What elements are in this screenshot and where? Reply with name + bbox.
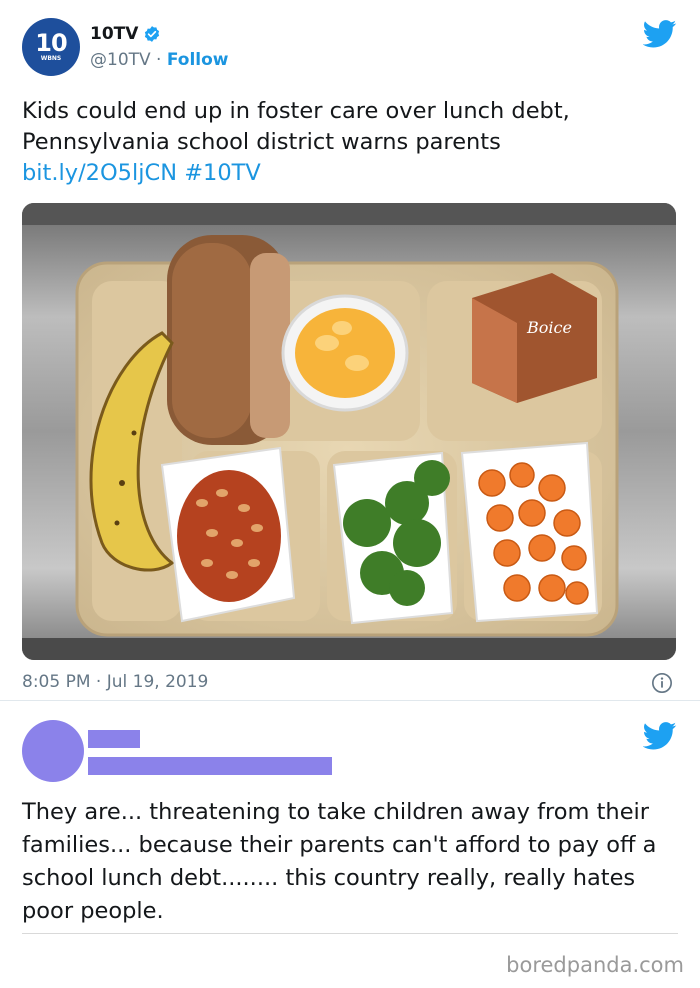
avatar-logo-text: 10	[35, 29, 67, 57]
redacted-handle	[88, 757, 332, 775]
lunch-tray-image: Boice	[22, 203, 676, 660]
milk-brand-label: Boice	[526, 318, 572, 337]
twitter-bird-icon[interactable]	[643, 20, 677, 48]
author-handle[interactable]: @10TV	[90, 50, 151, 70]
tweet-links-line: bit.ly/2O5ljCN #10TV	[22, 158, 672, 189]
watermark: boredpanda.com	[506, 953, 684, 977]
tweet-text-line: Kids could end up in foster care over lu…	[22, 98, 570, 124]
tweet-text-line: Pennsylvania school district warns paren…	[22, 129, 501, 155]
tweet-card: 10 WBNS 10TV @10TV · Follow Kids could e…	[0, 0, 700, 701]
redacted-display-name	[88, 730, 140, 748]
tweet-photo[interactable]: Boice	[22, 203, 676, 660]
hashtag-link[interactable]: #10TV	[184, 160, 261, 186]
reply-text: They are... threatening to take children…	[22, 799, 657, 924]
twitter-bird-icon[interactable]	[643, 722, 677, 750]
verified-badge-icon	[145, 26, 160, 42]
follow-button[interactable]: Follow	[167, 50, 229, 70]
redacted-avatar	[22, 720, 84, 782]
author-handle-row: @10TV · Follow	[90, 50, 229, 70]
divider	[22, 933, 678, 934]
tweet-timestamp[interactable]: 8:05 PM · Jul 19, 2019	[22, 672, 208, 692]
info-icon[interactable]	[651, 672, 673, 694]
author-display-name[interactable]: 10TV	[90, 24, 138, 44]
handle-separator: ·	[150, 50, 167, 70]
avatar-logo-subtext: WBNS	[40, 55, 62, 62]
tweet-link[interactable]: bit.ly/2O5ljCN	[22, 160, 177, 186]
tweet-text: Kids could end up in foster care over lu…	[22, 96, 672, 189]
avatar[interactable]: 10 WBNS	[22, 18, 80, 76]
author-name-row: 10TV	[90, 24, 161, 44]
